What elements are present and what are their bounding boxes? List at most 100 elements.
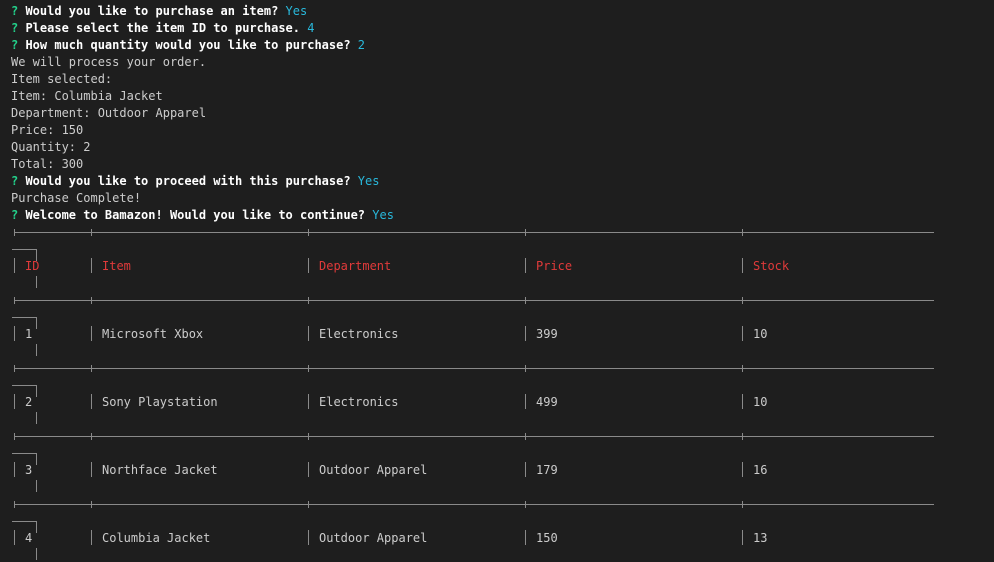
table-top-border	[14, 232, 934, 233]
column-separator	[91, 462, 92, 477]
table-cell: Outdoor Apparel	[319, 531, 428, 545]
column-separator	[525, 258, 526, 273]
table-cell: Sony Playstation	[102, 395, 218, 409]
prompt-text: Welcome to Bamazon! Would you like to co…	[18, 208, 373, 222]
column-tick	[14, 229, 15, 236]
prompt-line: ? Would you like to purchase an item? Ye…	[11, 3, 991, 20]
table-cell: 150	[536, 531, 558, 545]
output-line: Total: 300	[11, 156, 991, 173]
output-text: We will process your order.	[11, 55, 207, 69]
column-separator	[742, 462, 743, 477]
column-tick	[742, 365, 743, 372]
table-cell: 399	[536, 327, 558, 341]
column-tick	[308, 229, 309, 236]
column-separator	[91, 258, 92, 273]
column-tick	[525, 433, 526, 440]
column-separator	[91, 394, 92, 409]
table-row-divider	[14, 436, 934, 437]
column-tick	[525, 365, 526, 372]
table-cell: Microsoft Xbox	[102, 327, 204, 341]
prompt-line: ? Please select the item ID to purchase.…	[11, 20, 991, 37]
table-cell: Electronics	[319, 395, 399, 409]
cell-corner	[12, 317, 36, 318]
prompt-answer: Yes	[357, 174, 380, 188]
table-cell: 13	[753, 531, 768, 545]
table-cell: 10	[753, 395, 768, 409]
cell-corner	[12, 249, 36, 250]
output-line: Item selected:	[11, 71, 991, 88]
column-separator	[308, 462, 309, 477]
column-separator	[14, 326, 15, 341]
column-tick	[308, 501, 309, 508]
column-tick	[91, 365, 92, 372]
column-tick	[525, 297, 526, 304]
output-line: We will process your order.	[11, 54, 991, 71]
column-tick	[91, 297, 92, 304]
column-tick	[14, 433, 15, 440]
cell-corner	[36, 344, 37, 356]
column-tick	[742, 229, 743, 236]
cell-corner	[36, 276, 37, 288]
column-tick	[308, 297, 309, 304]
column-separator	[91, 530, 92, 545]
column-separator	[525, 530, 526, 545]
table-cell: 2	[25, 395, 33, 409]
column-separator	[308, 326, 309, 341]
table-cell: 16	[753, 463, 768, 477]
column-tick	[91, 229, 92, 236]
column-separator	[308, 258, 309, 273]
column-separator	[525, 394, 526, 409]
table-cell: 4	[25, 531, 33, 545]
column-separator	[525, 326, 526, 341]
cell-corner	[12, 453, 36, 454]
prompt-line: ? How much quantity would you like to pu…	[11, 37, 991, 54]
column-separator	[14, 462, 15, 477]
output-text: Department: Outdoor Apparel	[11, 106, 207, 120]
table-cell: 499	[536, 395, 558, 409]
prompt-line: ? Would you like to proceed with this pu…	[11, 173, 991, 190]
output-text: Quantity: 2	[11, 140, 91, 154]
prompt-text: Would you like to proceed with this purc…	[18, 174, 358, 188]
table-header-cell: Department	[319, 259, 392, 273]
table-row-divider	[14, 504, 934, 505]
output-line: Price: 150	[11, 122, 991, 139]
table-cell: 3	[25, 463, 33, 477]
prompt-answer: Yes	[372, 208, 394, 222]
table-cell: Electronics	[319, 327, 399, 341]
cell-corner	[36, 453, 37, 465]
column-separator	[525, 462, 526, 477]
column-tick	[525, 501, 526, 508]
output-text: Purchase Complete!	[11, 191, 142, 205]
column-separator	[14, 258, 15, 273]
prompt-answer: 2	[357, 38, 366, 52]
column-separator	[14, 394, 15, 409]
cell-corner	[36, 385, 37, 397]
column-separator	[742, 530, 743, 545]
column-separator	[742, 326, 743, 341]
cell-corner	[36, 480, 37, 492]
column-tick	[742, 297, 743, 304]
table-row-divider	[14, 368, 934, 369]
table-cell: Northface Jacket	[102, 463, 218, 477]
output-text: Price: 150	[11, 123, 84, 137]
table-cell: Columbia Jacket	[102, 531, 211, 545]
output-text: Item: Columbia Jacket	[11, 89, 163, 103]
prompt-answer: Yes	[285, 4, 308, 18]
column-tick	[91, 433, 92, 440]
table-row-divider	[14, 300, 934, 301]
column-separator	[308, 394, 309, 409]
cell-corner	[12, 385, 36, 386]
column-separator	[308, 530, 309, 545]
table-cell: 179	[536, 463, 558, 477]
table-header-cell: Stock	[753, 259, 790, 273]
output-line: Quantity: 2	[11, 139, 991, 156]
column-tick	[14, 365, 15, 372]
output-text: Item selected:	[11, 72, 113, 86]
column-tick	[91, 501, 92, 508]
prompt-answer: 4	[307, 21, 315, 35]
cell-corner	[36, 548, 37, 560]
cell-corner	[12, 521, 36, 522]
column-tick	[14, 501, 15, 508]
column-tick	[525, 229, 526, 236]
table-header-cell: Item	[102, 259, 131, 273]
